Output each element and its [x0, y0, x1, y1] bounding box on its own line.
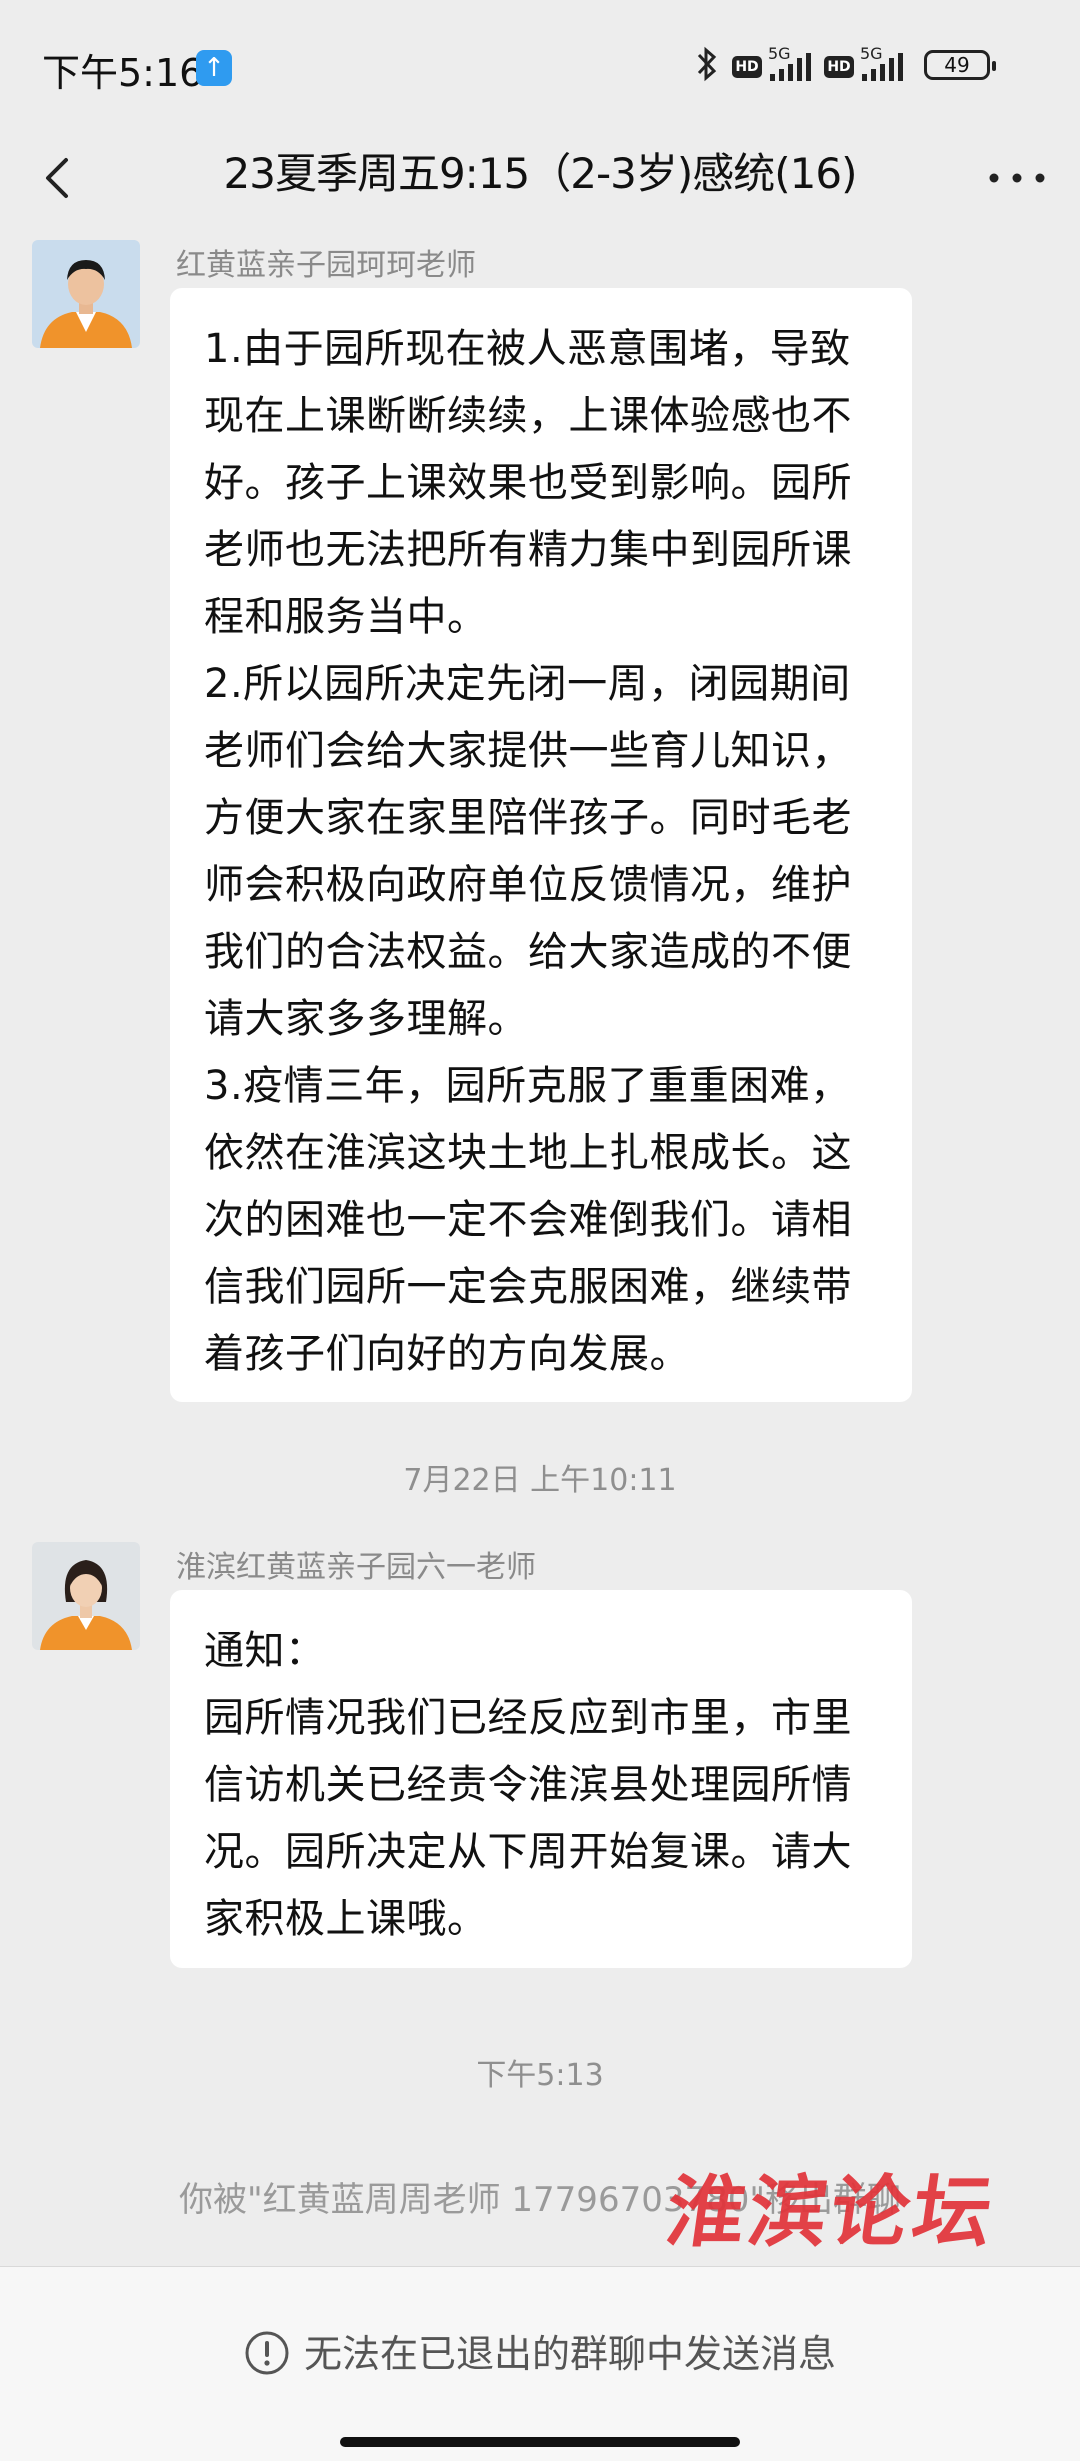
avatar[interactable]: [32, 1542, 140, 1650]
signal-icon: [770, 53, 811, 81]
home-indicator[interactable]: [340, 2437, 740, 2447]
message-bubble[interactable]: 1.由于园所现在被人恶意围堵，导致现在上课断断续续，上课体验感也不好。孩子上课效…: [170, 288, 912, 1402]
sender-name: 红黄蓝亲子园珂珂老师: [176, 248, 476, 283]
battery-icon: 49: [924, 50, 996, 80]
bluetooth-icon: [697, 46, 717, 82]
message-text: 1.由于园所现在被人恶意围堵，导致现在上课断断续续，上课体验感也不好。孩子上课效…: [204, 326, 852, 1377]
status-time: 下午5:16: [42, 51, 204, 95]
disabled-input-notice: 无法在已退出的群聊中发送消息: [0, 2323, 1080, 2380]
hd-badge-2: HD: [824, 56, 854, 78]
notification-icon: ↑: [196, 50, 232, 86]
chat-header: 23夏季周五9:15（2-3岁)感统(16): [0, 130, 1080, 230]
avatar[interactable]: [32, 240, 140, 348]
input-disabled-bar: 无法在已退出的群聊中发送消息: [0, 2266, 1080, 2461]
disabled-input-text: 无法在已退出的群聊中发送消息: [303, 2332, 836, 2376]
message-bubble[interactable]: 通知： 园所情况我们已经反应到市里，市里信访机关已经责令淮滨县处理园所情况。园所…: [170, 1590, 912, 1968]
timestamp: 下午5:13: [476, 2058, 604, 2093]
more-icon[interactable]: [982, 138, 1052, 218]
timestamp: 7月22日 上午10:11: [403, 1463, 677, 1498]
sender-name: 淮滨红黄蓝亲子园六一老师: [176, 1550, 536, 1585]
hd-badge-1: HD: [732, 56, 762, 78]
watermark: 淮滨论坛: [660, 2167, 1002, 2258]
back-icon[interactable]: [30, 138, 90, 218]
chat-title: 23夏季周五9:15（2-3岁)感统(16): [223, 149, 858, 198]
signal-icon: [862, 53, 903, 81]
message-text: 通知： 园所情况我们已经反应到市里，市里信访机关已经责令淮滨县处理园所情况。园所…: [204, 1628, 852, 1942]
status-bar: 下午5:16 ↑ HD 5G HD 5G 49: [0, 0, 1080, 130]
system-icons: HD 5G HD 5G 49: [692, 44, 1052, 88]
warning-icon: [245, 2331, 289, 2374]
